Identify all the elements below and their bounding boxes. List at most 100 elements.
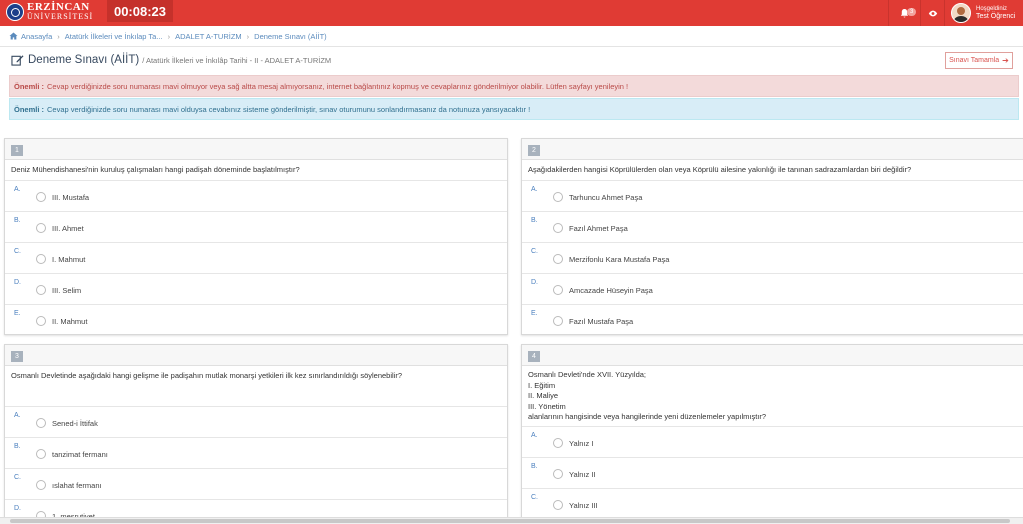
breadcrumb-course[interactable]: Atatürk İlkeleri ve İnkılap Ta... (65, 32, 163, 41)
breadcrumb-exam[interactable]: Deneme Sınavı (AİİT) (254, 32, 327, 41)
option-b[interactable]: B. III. Ahmet (5, 212, 507, 243)
radio-button[interactable] (553, 500, 563, 510)
option-letter: C. (531, 248, 538, 255)
question-card: 3 Osmanlı Devletinde aşağıdaki hangi gel… (4, 344, 508, 524)
option-b[interactable]: B. Yalnız II (522, 458, 1023, 489)
option-letter: C. (14, 248, 21, 255)
option-letter: D. (531, 279, 538, 286)
option-c[interactable]: C. I. Mahmut (5, 243, 507, 274)
notifications-button[interactable]: 3 (888, 0, 920, 26)
option-b[interactable]: B. tanzimat fermanı (5, 438, 507, 469)
option-c[interactable]: C. ıslahat fermanı (5, 469, 507, 500)
radio-button[interactable] (553, 192, 563, 202)
radio-button[interactable] (553, 469, 563, 479)
option-text: Merzifonlu Kara Mustafa Paşa (569, 255, 670, 264)
option-d[interactable]: D. Amcazade Hüseyin Paşa (522, 274, 1023, 305)
option-letter: B. (531, 463, 538, 470)
option-e[interactable]: E. Fazıl Mustafa Paşa (522, 305, 1023, 336)
option-text: tanzimat fermanı (52, 450, 108, 459)
option-text: Fazıl Mustafa Paşa (569, 317, 634, 326)
option-c[interactable]: C. Yalnız III (522, 489, 1023, 520)
option-letter: D. (14, 505, 21, 512)
option-text: Fazıl Ahmet Paşa (569, 224, 628, 233)
question-card: 2 Aşağıdakilerden hangisi Köprülülerden … (521, 138, 1023, 335)
exam-timer: 00:08:23 (107, 0, 173, 22)
option-letter: C. (531, 494, 538, 501)
edit-icon (11, 55, 24, 66)
university-seal-icon (6, 3, 24, 21)
question-number[interactable]: 4 (528, 351, 540, 362)
warning-label: Önemli : (14, 81, 45, 91)
chevron-right-icon: › (57, 31, 60, 41)
radio-button[interactable] (36, 418, 46, 428)
option-letter: B. (14, 217, 21, 224)
radio-button[interactable] (36, 285, 46, 295)
radio-button[interactable] (36, 449, 46, 459)
option-letter: B. (531, 217, 538, 224)
question-number[interactable]: 2 (528, 145, 540, 156)
option-letter: E. (531, 310, 538, 317)
user-name: Test Öğrenci (976, 13, 1016, 20)
option-a[interactable]: A. Tarhuncu Ahmet Paşa (522, 181, 1023, 212)
option-letter: A. (14, 186, 21, 193)
chevron-right-icon: › (246, 31, 250, 41)
page-subtitle: / Atatürk İlkeleri ve İnkılâp Tarihi - I… (142, 56, 332, 65)
info-label: Önemli : (14, 104, 45, 114)
warning-alert: Önemli : Cevap verdiğinizde soru numaras… (9, 75, 1019, 97)
option-a[interactable]: A. III. Mustafa (5, 181, 507, 212)
breadcrumb-section[interactable]: ADALET A-TURİZM (175, 32, 242, 41)
option-text: ıslahat fermanı (52, 481, 102, 490)
option-text: Yalnız III (569, 501, 598, 510)
arrow-right-icon: ➔ (1002, 56, 1009, 65)
option-e[interactable]: E. II. Mahmut (5, 305, 507, 336)
horizontal-scrollbar[interactable] (0, 517, 1023, 524)
option-letter: B. (14, 443, 21, 450)
info-text: Cevap verdiğinizde soru numarası mavi ol… (47, 104, 531, 114)
option-a[interactable]: A. Yalnız I (522, 427, 1023, 458)
radio-button[interactable] (36, 223, 46, 233)
chevron-right-icon: › (167, 31, 171, 41)
logo-line1: ERZİNCAN (27, 1, 90, 13)
option-text: Yalnız II (569, 470, 596, 479)
question-text: Deniz Mühendishanesi'nin kuruluş çalışma… (5, 160, 507, 181)
view-button[interactable] (920, 0, 944, 26)
radio-button[interactable] (553, 285, 563, 295)
radio-button[interactable] (553, 438, 563, 448)
radio-button[interactable] (36, 480, 46, 490)
avatar (951, 3, 971, 23)
home-icon (9, 32, 18, 40)
radio-button[interactable] (553, 223, 563, 233)
radio-button[interactable] (553, 254, 563, 264)
scrollbar-thumb[interactable] (10, 519, 1010, 523)
finish-exam-button[interactable]: Sınavı Tamamla ➔ (945, 52, 1013, 69)
question-text: Osmanlı Devletinde aşağıdaki hangi geliş… (5, 366, 507, 407)
breadcrumb: Anasayfa › Atatürk İlkeleri ve İnkılap T… (9, 31, 327, 41)
breadcrumb-home[interactable]: Anasayfa (21, 32, 52, 41)
radio-button[interactable] (36, 192, 46, 202)
option-text: III. Mustafa (52, 193, 90, 202)
question-text-line: alanlarının hangisinde veya hangilerinde… (528, 412, 767, 421)
option-letter: E. (14, 310, 21, 317)
option-text: III. Ahmet (52, 224, 84, 233)
option-d[interactable]: D. III. Selim (5, 274, 507, 305)
university-logo[interactable]: ERZİNCAN ÜNİVERSİTESİ (6, 1, 93, 21)
option-letter: A. (14, 412, 21, 419)
option-letter: D. (14, 279, 21, 286)
greeting-text: Hoşgeldiniz (976, 6, 1008, 12)
question-text-line: Osmanlı Devleti'nde XVII. Yüzyılda; (528, 370, 647, 379)
option-a[interactable]: A. Sened-i İttifak (5, 407, 507, 438)
question-text-line: III. Yönetim (528, 401, 566, 411)
option-text: Tarhuncu Ahmet Paşa (569, 193, 643, 202)
radio-button[interactable] (553, 316, 563, 326)
radio-button[interactable] (36, 316, 46, 326)
user-menu[interactable]: Hoşgeldiniz Test Öğrenci (944, 0, 1023, 26)
question-number[interactable]: 1 (11, 145, 23, 156)
question-card: 1 Deniz Mühendishanesi'nin kuruluş çalış… (4, 138, 508, 335)
option-c[interactable]: C. Merzifonlu Kara Mustafa Paşa (522, 243, 1023, 274)
option-text: III. Selim (52, 286, 82, 295)
radio-button[interactable] (36, 254, 46, 264)
option-b[interactable]: B. Fazıl Ahmet Paşa (522, 212, 1023, 243)
option-letter: A. (531, 186, 538, 193)
warning-text: Cevap verdiğinizde soru numarası mavi ol… (47, 81, 629, 91)
question-number[interactable]: 3 (11, 351, 23, 362)
